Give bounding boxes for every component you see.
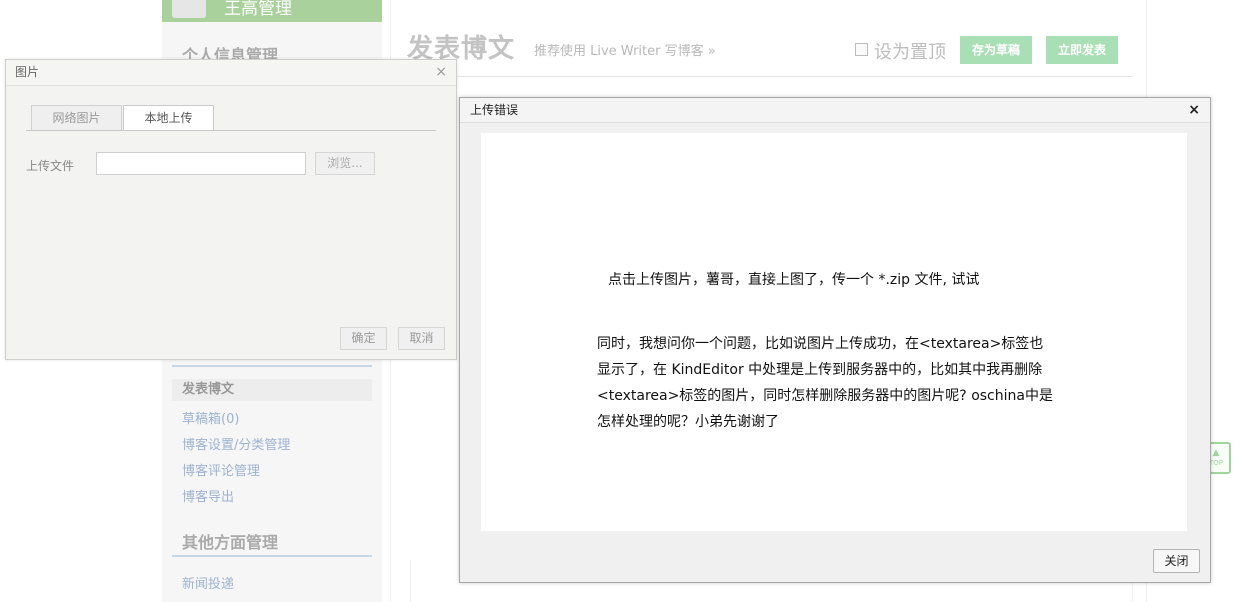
sidebar-item-news-submit[interactable]: 新闻投递 [182, 573, 234, 592]
error-paragraph-line: 怎样处理的呢？小弟先谢谢了 [597, 414, 779, 430]
publish-button[interactable]: 立即发表 [1046, 36, 1119, 64]
sidebar-item-export[interactable]: 博客导出 [182, 486, 234, 505]
user-name[interactable]: 王高管理 [224, 0, 292, 19]
error-dialog-titlebar[interactable]: 上传错误 × [460, 98, 1210, 123]
close-button[interactable]: 关闭 [1153, 549, 1200, 573]
save-draft-button[interactable]: 存为草稿 [960, 36, 1033, 64]
error-message-area: 点击上传图片，薯哥，直接上图了，传一个 *.zip 文件, 试试 同时，我想问你… [481, 133, 1187, 531]
error-paragraph-line: <textarea>标签的图片，同时怎样删除服务器中的图片呢? oschina中… [597, 388, 1053, 404]
image-dialog: 图片 × 网络图片 本地上传 上传文件 浏览... 确定 取消 [5, 59, 457, 360]
tabs-divider [26, 130, 436, 131]
pin-label[interactable]: 设为置顶 [874, 38, 946, 64]
cancel-button[interactable]: 取消 [398, 327, 445, 350]
tab-local-upload[interactable]: 本地上传 [123, 105, 214, 131]
sidebar-item-new-post[interactable]: 发表博文 [172, 379, 372, 401]
section-divider [172, 555, 372, 557]
live-writer-link[interactable]: 推荐使用 Live Writer 写博客 » [534, 40, 716, 59]
section-heading-other: 其他方面管理 [182, 533, 279, 552]
error-message-line: 点击上传图片，薯哥，直接上图了，传一个 *.zip 文件, 试试 [608, 272, 980, 288]
ok-button[interactable]: 确定 [340, 327, 387, 350]
error-dialog-title: 上传错误 [470, 103, 519, 117]
error-paragraph-line: 显示了，在 KindEditor 中处理是上传到服务器中的，比如其中我再删除 [597, 362, 1043, 378]
sidebar-user-bar: 王高管理 [162, 0, 382, 22]
sidebar-item-blog-settings[interactable]: 博客设置/分类管理 [182, 434, 290, 453]
browse-button[interactable]: 浏览... [315, 152, 375, 175]
upload-error-dialog: 上传错误 × 点击上传图片，薯哥，直接上图了，传一个 *.zip 文件, 试试 … [459, 97, 1211, 583]
avatar[interactable] [172, 0, 206, 18]
image-dialog-title: 图片 [15, 65, 40, 79]
close-icon[interactable]: × [1188, 98, 1200, 122]
section-divider [172, 365, 372, 367]
close-icon[interactable]: × [435, 60, 447, 85]
pin-checkbox[interactable] [855, 43, 868, 56]
error-paragraph-line: 同时，我想问你一个问题，比如说图片上传成功，在<textarea>标签也 [597, 336, 1044, 352]
title-divider [407, 76, 1133, 77]
sidebar-item-comments[interactable]: 博客评论管理 [182, 460, 260, 479]
tab-network-image[interactable]: 网络图片 [31, 105, 122, 130]
upload-file-label: 上传文件 [26, 159, 75, 173]
sidebar-item-drafts[interactable]: 草稿箱(0) [182, 408, 239, 427]
file-path-input[interactable] [96, 152, 306, 175]
image-dialog-titlebar[interactable]: 图片 × [6, 60, 456, 86]
editor-border [410, 560, 411, 602]
